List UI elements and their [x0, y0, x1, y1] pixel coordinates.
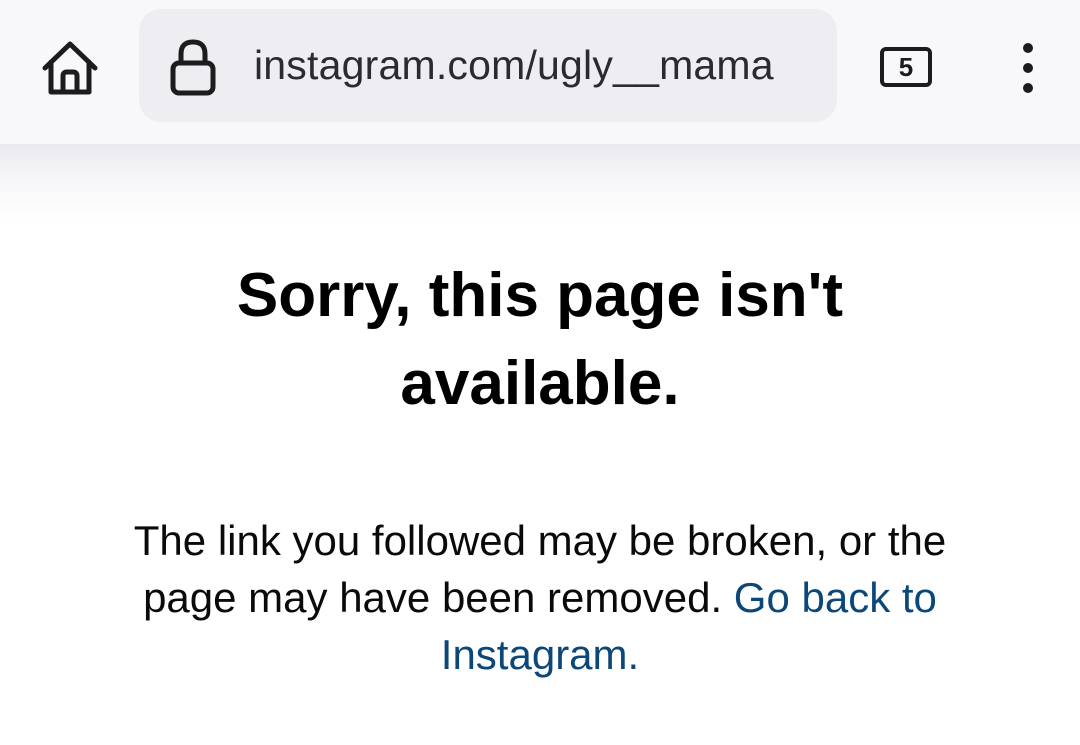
more-menu-button[interactable] — [1000, 32, 1056, 104]
error-message: The link you followed may be broken, or … — [110, 512, 970, 683]
page-title: Sorry, this page isn't available. — [236, 261, 844, 418]
browser-toolbar: instagram.com/ugly__mama 5 — [0, 0, 1080, 144]
home-button[interactable] — [30, 28, 110, 108]
home-icon — [42, 41, 98, 95]
tab-count: 5 — [880, 47, 932, 87]
tab-switcher-button[interactable]: 5 — [868, 35, 944, 99]
address-bar[interactable]: instagram.com/ugly__mama — [139, 9, 837, 122]
toolbar-shadow — [0, 144, 1080, 224]
url-text[interactable]: instagram.com/ugly__mama — [254, 9, 774, 122]
more-vertical-icon — [1023, 43, 1033, 93]
lock-icon — [170, 39, 216, 96]
